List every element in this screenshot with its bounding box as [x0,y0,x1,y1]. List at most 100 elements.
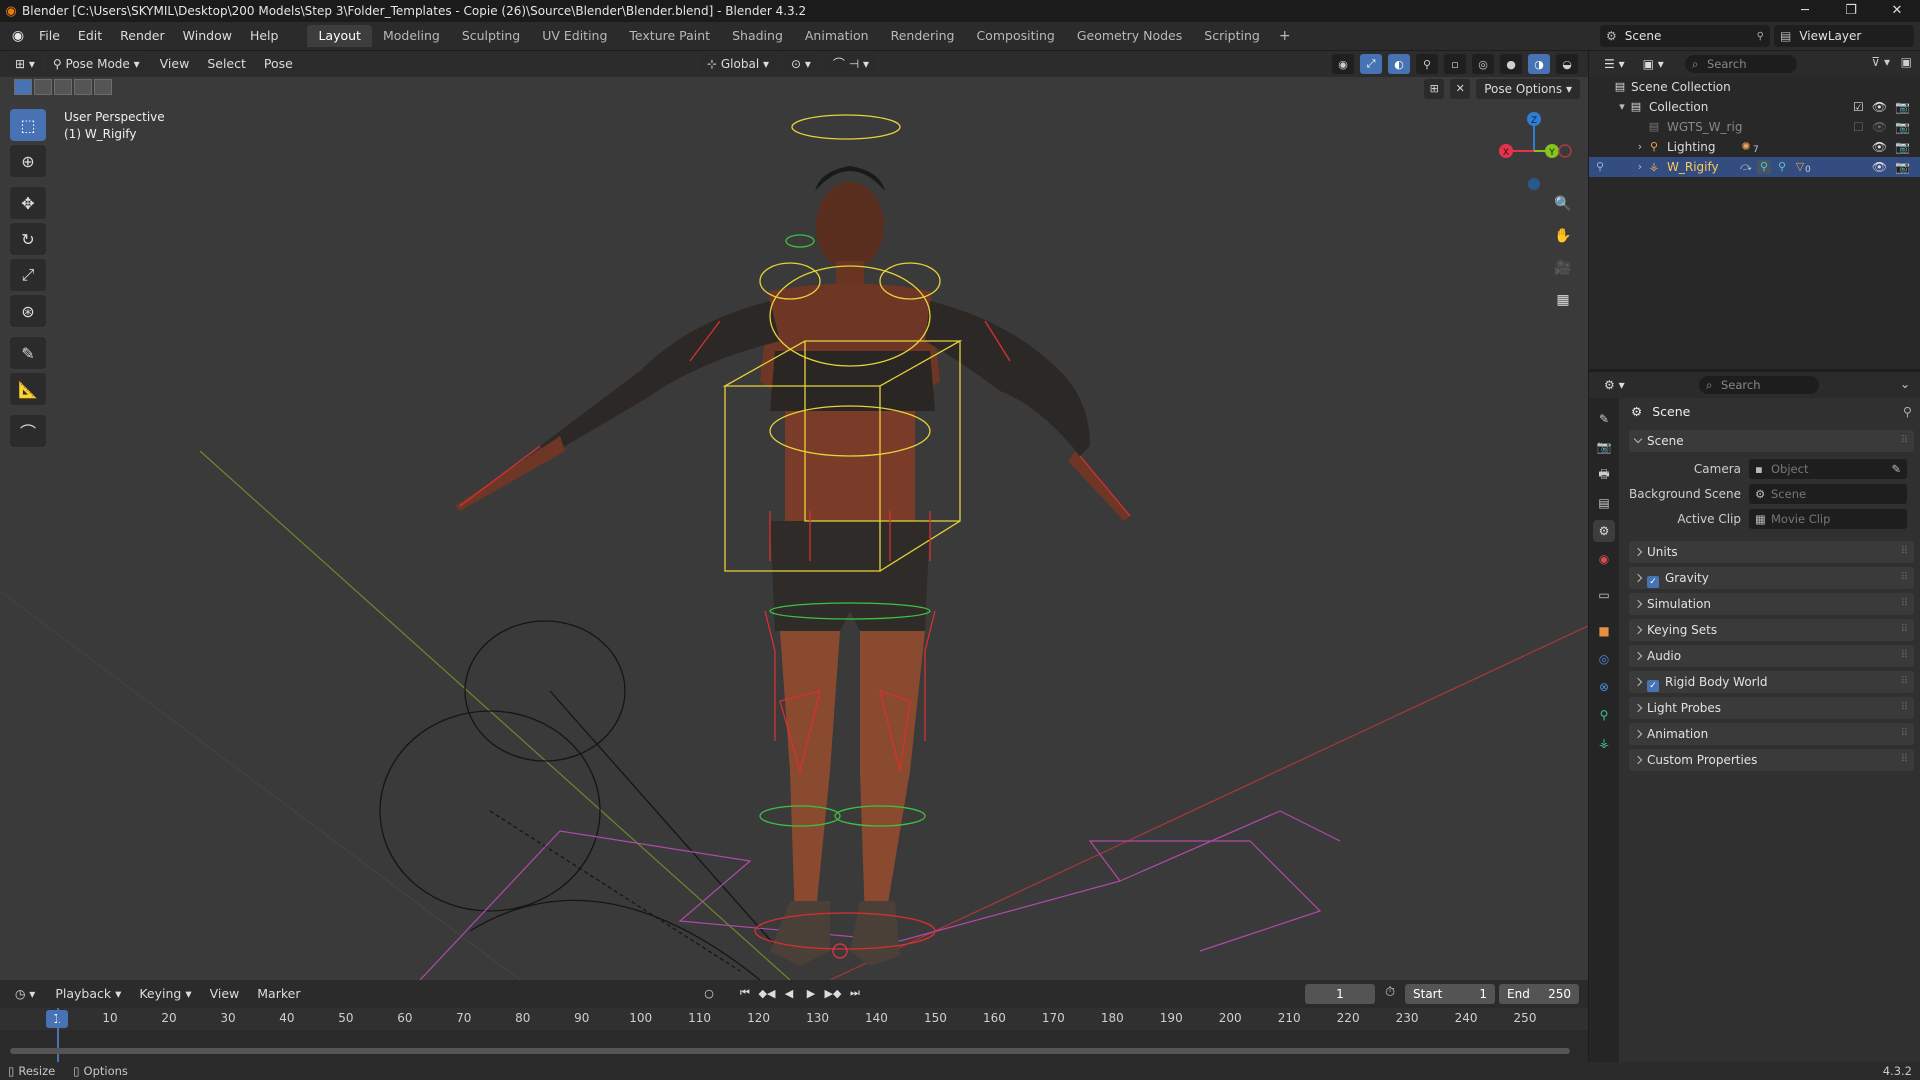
world-tab-icon[interactable]: ◉ [1593,548,1615,570]
camera-render-icon[interactable]: 📷 [1895,137,1910,157]
start-frame-field[interactable]: Start 1 [1405,984,1495,1004]
annotate-tool-icon[interactable]: ✎ [10,337,46,369]
rotate-tool-icon[interactable]: ↻ [10,223,46,255]
panel-custom-properties[interactable]: Custom Properties ⠿ [1629,749,1914,771]
select-box-tool-icon[interactable]: ⬚ [10,109,46,141]
chevron-down-icon[interactable]: ▾ [1615,100,1629,114]
pose-mode-icon[interactable]: ⚲ [1593,160,1607,174]
viewport-menu-view[interactable]: View [151,54,199,74]
select-new-icon[interactable] [14,79,32,95]
end-frame-field[interactable]: End 250 [1499,984,1579,1004]
select-intersect-icon[interactable] [94,79,112,95]
jump-end-icon[interactable]: ⏭ [846,984,864,1002]
panel-gravity[interactable]: ✓ Gravity ⠿ [1629,567,1914,589]
view-layer-tab-icon[interactable]: ▤ [1593,492,1615,514]
drag-grip-icon[interactable]: ⠿ [1901,567,1908,589]
properties-editor-type-button[interactable]: ⚙ ▾ [1597,375,1632,395]
camera-view-icon[interactable]: 🎥 [1550,255,1576,281]
drag-grip-icon[interactable]: ⠿ [1901,749,1908,771]
menu-help[interactable]: Help [241,25,288,47]
auto-keying-icon[interactable]: ○ [700,984,718,1002]
timeline-body[interactable] [0,1030,1588,1062]
select-extend-icon[interactable] [34,79,52,95]
drag-grip-icon[interactable]: ⠿ [1901,723,1908,745]
select-invert-icon[interactable] [74,79,92,95]
drag-grip-icon[interactable]: ⠿ [1901,645,1908,667]
prev-keyframe-icon[interactable]: ◆◀ [758,984,776,1002]
eyedropper-icon[interactable]: ✎ [1891,459,1901,479]
outliner-row-w-rigify[interactable]: ⚲ › ⚶ W_Rigify ⤼ ⚲ ⚲ ▽ 0 👁 📷 [1589,157,1920,177]
tab-compositing[interactable]: Compositing [965,25,1065,47]
visibility-icon[interactable]: ◉ [1332,54,1354,74]
outliner-row-scene-collection[interactable]: ▤ Scene Collection [1589,77,1920,97]
pan-hand-icon[interactable]: ✋ [1550,223,1576,249]
gravity-checkbox[interactable]: ✓ [1647,576,1659,588]
display-mode-button[interactable]: ▣ ▾ [1635,54,1671,74]
add-workspace-icon[interactable]: + [1271,25,1299,47]
outliner-row-lighting[interactable]: › ⚲ Lighting ✺ 7 👁 📷 [1589,137,1920,157]
eye-icon[interactable]: 👁 [1872,97,1887,117]
panel-audio[interactable]: Audio ⠿ [1629,645,1914,667]
current-frame-field[interactable]: 1 [1305,984,1375,1004]
include-checkbox-icon[interactable]: ☐ [1853,117,1864,137]
tab-rendering[interactable]: Rendering [880,25,966,47]
timeline-menu-keying[interactable]: Keying ▾ [130,984,200,1004]
pivot-point-button[interactable]: ⊙ ▾ [784,54,818,74]
next-keyframe-icon[interactable]: ▶◆ [824,984,842,1002]
pose-options-button[interactable]: Pose Options ▾ [1476,79,1580,99]
properties-search-input[interactable]: ⌕ Search [1699,376,1819,394]
menu-edit[interactable]: Edit [69,25,111,47]
cursor-tool-icon[interactable]: ⊕ [10,145,46,177]
measure-tool-icon[interactable]: 📐 [10,373,46,405]
xray-toggle-icon[interactable]: ▫ [1444,54,1466,74]
mirror-icon[interactable]: ⊞ [1424,79,1445,99]
transform-tool-icon[interactable]: ⊛ [10,295,46,327]
timeline-editor-type-button[interactable]: ◷ ▾ [8,984,43,1004]
filter-icon[interactable]: ⊽ ▾ [1871,55,1890,69]
panel-light-probes[interactable]: Light Probes ⠿ [1629,697,1914,719]
xray-bones-icon[interactable]: ⚲ [1416,54,1438,74]
panel-animation[interactable]: Animation ⠿ [1629,723,1914,745]
move-tool-icon[interactable]: ✥ [10,187,46,219]
armature-data-tab-icon[interactable]: ⚲ [1593,704,1615,726]
scale-tool-icon[interactable]: ⤢ [10,259,46,291]
timeline-menu-view[interactable]: View [201,984,249,1004]
select-subtract-icon[interactable] [54,79,72,95]
navigation-gizmo[interactable]: Z X Y [1499,112,1572,190]
camera-render-icon[interactable]: 📷 [1895,97,1910,117]
viewport-menu-pose[interactable]: Pose [255,54,302,74]
outliner-row-collection[interactable]: ▾ ▤ Collection ☑ 👁 📷 [1589,97,1920,117]
timeline-scrollbar[interactable] [10,1048,1570,1054]
pin-icon[interactable]: ⚲ [1757,31,1764,42]
tab-animation[interactable]: Animation [794,25,880,47]
maximize-icon[interactable]: ❐ [1828,0,1874,22]
menu-file[interactable]: File [30,25,69,47]
new-collection-icon[interactable]: ▣ [1901,55,1912,69]
outliner-editor-type-button[interactable]: ☰ ▾ [1597,54,1632,74]
chevron-right-icon[interactable]: › [1633,160,1647,174]
gizmo-toggle-icon[interactable]: ⤢ [1360,54,1382,74]
menu-window[interactable]: Window [174,25,241,47]
3d-viewport[interactable]: Z X Y ⊞ ▾ ⚲ Pose Mode ▾ View Select Pose… [0,51,1588,980]
render-tab-icon[interactable]: 📷 [1593,436,1615,458]
chevron-right-icon[interactable]: › [1633,140,1647,154]
drag-grip-icon[interactable]: ⠿ [1901,671,1908,693]
drag-grip-icon[interactable]: ⠿ [1901,593,1908,615]
tab-sculpting[interactable]: Sculpting [451,25,531,47]
camera-render-icon[interactable]: 📷 [1895,157,1910,177]
camera-render-icon[interactable]: 📷 [1895,117,1910,137]
scene-selector[interactable]: ⚙ Scene ⚲ [1600,25,1770,47]
drag-grip-icon[interactable]: ⠿ [1901,541,1908,563]
timeline-menu-marker[interactable]: Marker [248,984,309,1004]
menu-render[interactable]: Render [111,25,174,47]
relax-tool-icon[interactable]: ⌒ [10,415,46,447]
play-reverse-icon[interactable]: ◀ [780,984,798,1002]
close-icon[interactable]: ✕ [1874,0,1920,22]
outliner-search-input[interactable]: ⌕ Search [1685,55,1797,73]
viewport-scene[interactable]: Z X Y [0,51,1588,980]
eye-icon[interactable]: 👁 [1872,157,1887,177]
solid-shading-icon[interactable]: ● [1500,54,1522,74]
eye-icon[interactable]: 👁 [1872,137,1887,157]
camera-field[interactable]: ▪ Object ✎ [1749,458,1907,479]
blender-menu-icon[interactable]: ◉ [6,28,30,44]
